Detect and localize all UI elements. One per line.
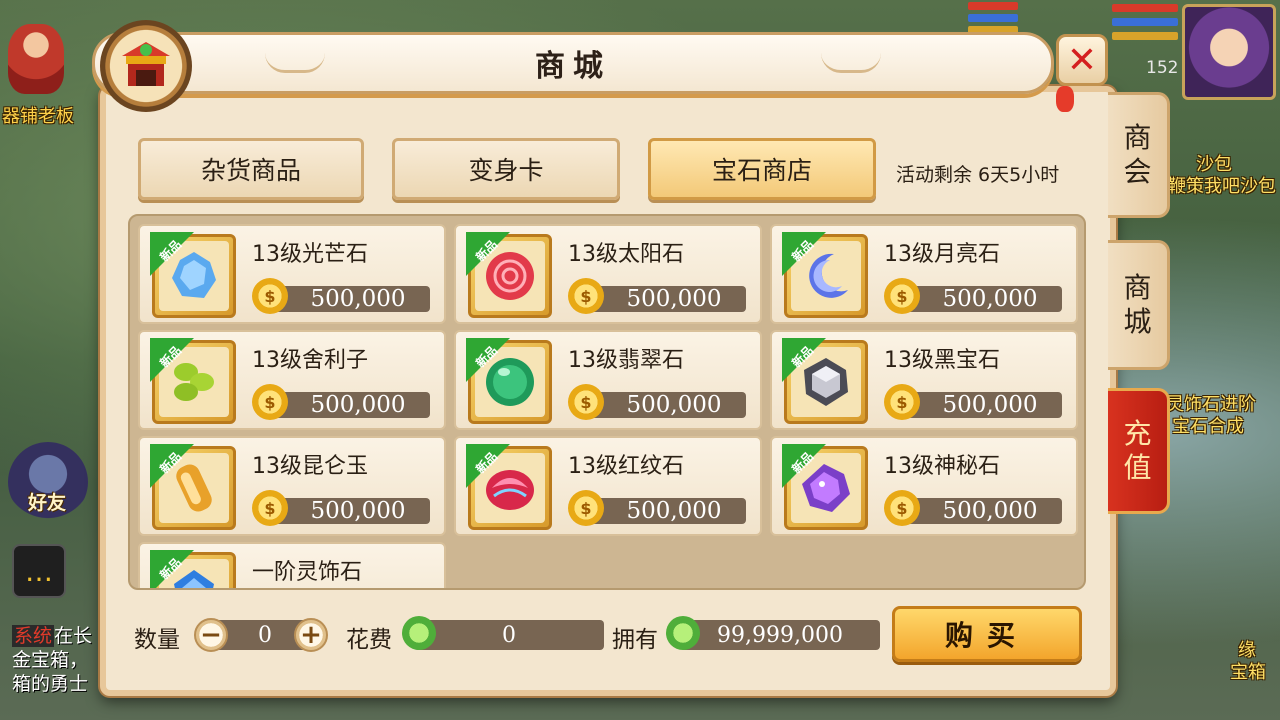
scene-label: 宝箱: [1230, 662, 1266, 683]
side-tab-guild-shop[interactable]: 商会: [1108, 92, 1170, 218]
product-card[interactable]: 新品 13级翡翠石 500,000 $: [454, 330, 762, 430]
item-price: 500,000: [264, 392, 430, 418]
item-price: 500,000: [580, 392, 746, 418]
tab-general-goods[interactable]: 杂货商品: [138, 138, 364, 200]
gold-coin-icon: $: [568, 278, 604, 314]
item-name: 13级昆仑玉: [252, 454, 368, 479]
owned-label: 拥有: [612, 627, 658, 653]
item-price: 500,000: [896, 392, 1062, 418]
friend-label: 好友: [28, 492, 67, 514]
product-grid: 新品 13级光芒石 500,000 $ 新品 13级太阳石 500,000 $ …: [128, 214, 1086, 590]
item-price: 500,000: [580, 498, 746, 524]
tab-transform-card[interactable]: 变身卡: [392, 138, 620, 200]
gold-coin-icon: $: [252, 278, 288, 314]
product-card[interactable]: 新品 13级昆仑玉 500,000 $: [138, 436, 446, 536]
chat-line: 金宝箱，: [12, 649, 89, 671]
gold-coin-icon: $: [884, 384, 920, 420]
title-ornament-left: [265, 53, 325, 73]
close-button[interactable]: ✕: [1056, 34, 1108, 86]
gold-coin-icon: $: [568, 384, 604, 420]
product-card[interactable]: 新品 13级舍利子 500,000 $: [138, 330, 446, 430]
activity-remaining-time: 活动剩余 6天5小时: [896, 164, 1060, 186]
side-tab-mall[interactable]: 商城: [1108, 240, 1170, 370]
window-title: 商城: [535, 49, 611, 84]
item-price: 500,000: [580, 286, 746, 312]
owned-value: 99,999,000: [680, 620, 880, 650]
item-name: 13级月亮石: [884, 242, 1000, 267]
product-card[interactable]: 新品 13级神秘石 500,000 $: [770, 436, 1078, 536]
chat-bubble-icon[interactable]: …: [12, 544, 66, 598]
shop-emblem-icon: [100, 20, 192, 112]
title-bar: 商城: [92, 32, 1054, 94]
item-name: 一阶灵饰石: [252, 560, 363, 585]
tab-gem-shop[interactable]: 宝石商店: [648, 138, 876, 200]
player-status-bars: [1112, 4, 1178, 46]
lantern-decoration: [1056, 86, 1074, 112]
jade-currency-icon: [666, 616, 700, 650]
chat-line: 箱的勇士: [12, 673, 89, 695]
system-chat-log: 系统 在长 金宝箱， 箱的勇士: [12, 624, 92, 696]
title-ornament-right: [821, 53, 881, 73]
item-price: 500,000: [264, 498, 430, 524]
product-card[interactable]: 新品 一阶灵饰石: [138, 542, 446, 588]
npc-shopkeeper-figure[interactable]: [8, 24, 64, 94]
player-avatar[interactable]: [1182, 4, 1276, 100]
shop-stall-icon: [122, 42, 170, 86]
quantity-label: 数量: [134, 627, 180, 653]
cost-value: 0: [414, 620, 604, 650]
cost-label: 花费: [346, 627, 392, 653]
gold-coin-icon: $: [252, 384, 288, 420]
scene-label: 宝石合成: [1172, 416, 1244, 437]
player-level: 152: [1146, 58, 1179, 78]
jade-currency-icon: [402, 616, 436, 650]
item-price: 500,000: [896, 498, 1062, 524]
product-card[interactable]: 新品 13级太阳石 500,000 $: [454, 224, 762, 324]
decrease-quantity-button[interactable]: −: [194, 618, 228, 652]
chat-line: 在长: [54, 625, 93, 647]
item-name: 13级光芒石: [252, 242, 368, 267]
item-price: 500,000: [896, 286, 1062, 312]
item-name: 13级翡翠石: [568, 348, 684, 373]
item-name: 13级神秘石: [884, 454, 1000, 479]
gold-coin-icon: $: [884, 490, 920, 526]
gold-coin-icon: $: [568, 490, 604, 526]
product-card[interactable]: 新品 13级月亮石 500,000 $: [770, 224, 1078, 324]
product-card[interactable]: 新品 13级光芒石 500,000 $: [138, 224, 446, 324]
product-card[interactable]: 新品 13级黑宝石 500,000 $: [770, 330, 1078, 430]
gold-coin-icon: $: [884, 278, 920, 314]
system-tag: 系统: [12, 625, 55, 647]
side-tab-recharge[interactable]: 充值: [1108, 388, 1170, 514]
npc-name-label: 器铺老板: [2, 106, 74, 127]
gold-coin-icon: $: [252, 490, 288, 526]
item-name: 13级太阳石: [568, 242, 684, 267]
item-name: 13级红纹石: [568, 454, 684, 479]
buy-button[interactable]: 购买: [892, 606, 1082, 662]
scene-label: 鞭策我吧沙包: [1168, 176, 1276, 197]
item-price: 500,000: [264, 286, 430, 312]
increase-quantity-button[interactable]: +: [294, 618, 328, 652]
product-card[interactable]: 新品 13级红纹石 500,000 $: [454, 436, 762, 536]
item-name: 13级黑宝石: [884, 348, 1000, 373]
item-name: 13级舍利子: [252, 348, 368, 373]
